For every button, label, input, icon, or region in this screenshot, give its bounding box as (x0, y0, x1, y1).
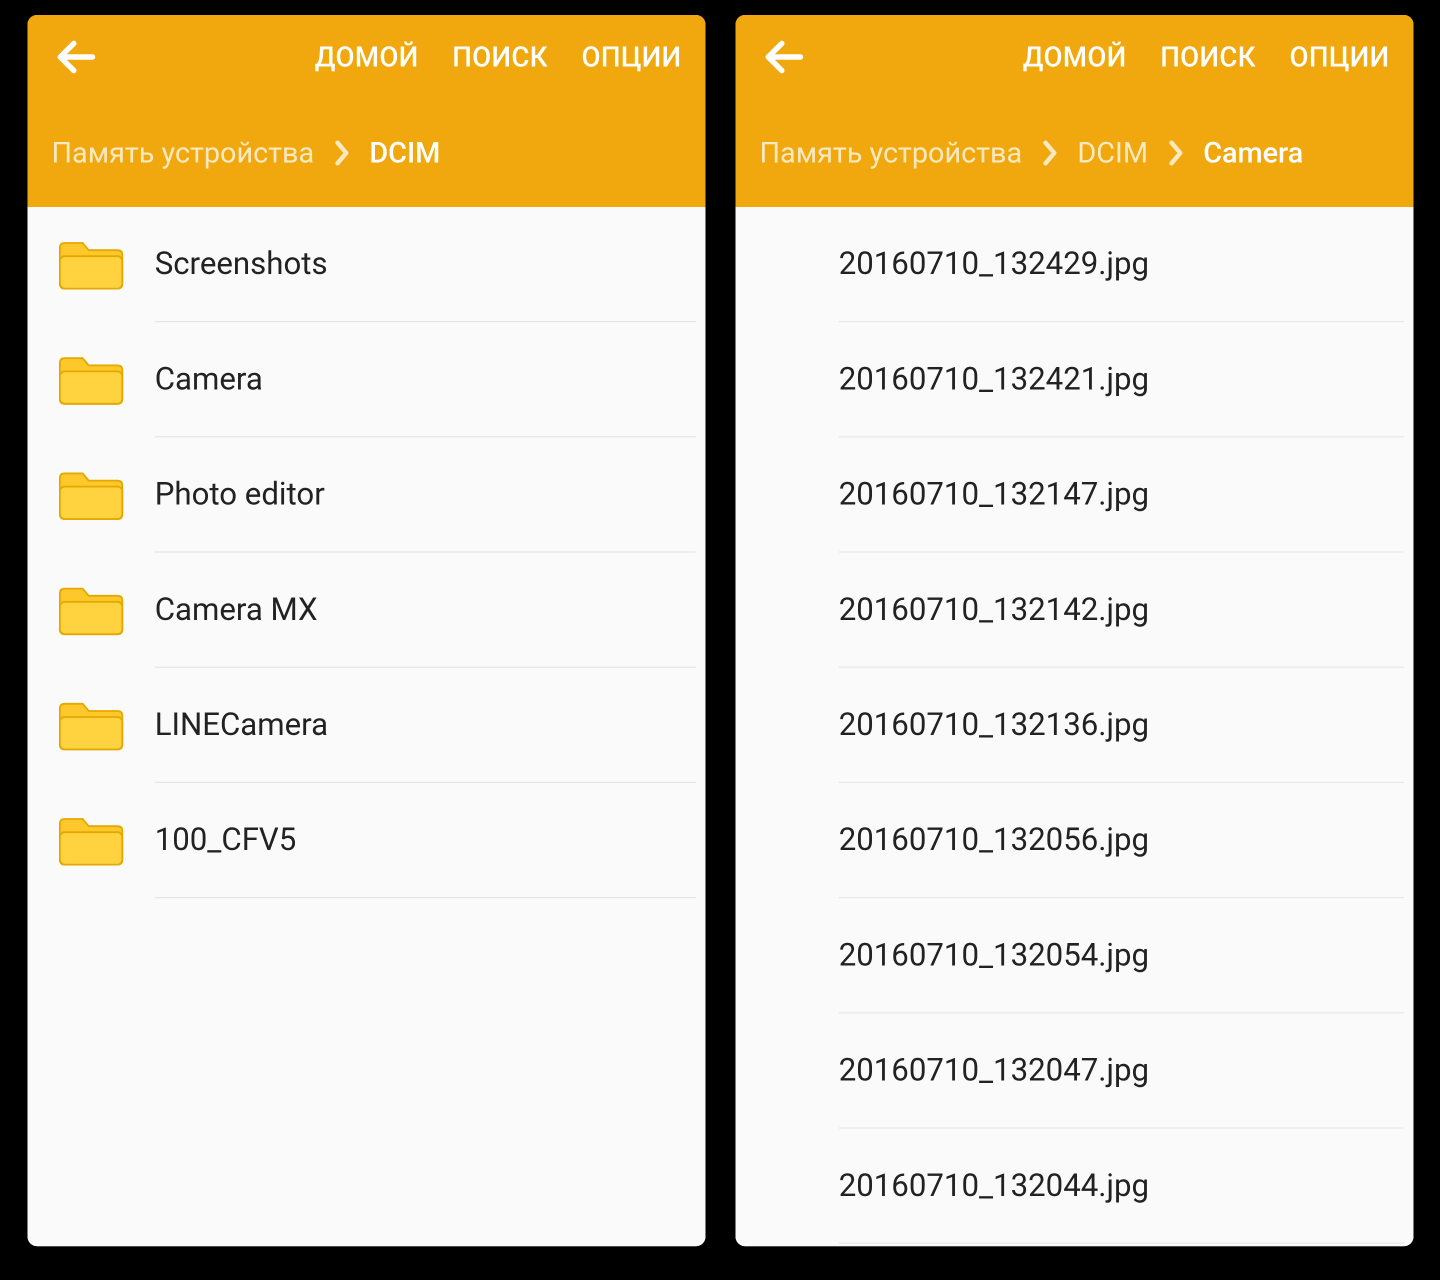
file-name: 20160710_132054.jpg (838, 937, 1148, 973)
file-name: 20160710_132142.jpg (838, 592, 1148, 628)
header: ДОМОЙ ПОИСК ОПЦИИ Память устройства DCIM… (735, 15, 1413, 207)
file-name: 20160710_132047.jpg (838, 1052, 1148, 1088)
file-row[interactable]: 20160710_132429.jpg (735, 207, 1413, 322)
folder-row[interactable]: Camera (27, 322, 705, 437)
file-row[interactable]: 20160710_132044.jpg (735, 1129, 1413, 1244)
nav-search[interactable]: ПОИСК (452, 41, 548, 73)
file-name: 20160710_132056.jpg (838, 822, 1148, 858)
folder-name: Screenshots (154, 246, 327, 282)
file-manager-left: ДОМОЙ ПОИСК ОПЦИИ Память устройства DCIM… (27, 15, 705, 1246)
arrow-left-icon (763, 37, 804, 78)
folder-row[interactable]: 100_CFV5 (27, 783, 705, 898)
folder-row[interactable]: Screenshots (27, 207, 705, 322)
nav-home[interactable]: ДОМОЙ (314, 41, 418, 73)
file-row[interactable]: 20160710_132147.jpg (735, 437, 1413, 552)
top-actions: ДОМОЙ ПОИСК ОПЦИИ (314, 41, 690, 73)
nav-options[interactable]: ОПЦИИ (1289, 41, 1389, 73)
chevron-right-icon (1041, 140, 1058, 166)
arrow-left-icon (55, 37, 96, 78)
breadcrumb-item-current[interactable]: Camera (1203, 136, 1303, 170)
file-manager-right: ДОМОЙ ПОИСК ОПЦИИ Память устройства DCIM… (735, 15, 1413, 1246)
top-bar: ДОМОЙ ПОИСК ОПЦИИ (735, 15, 1413, 99)
back-button[interactable] (49, 31, 102, 84)
breadcrumb: Память устройства DCIM Camera (735, 99, 1413, 207)
breadcrumb-item[interactable]: Память устройства (759, 136, 1022, 170)
file-row[interactable]: 20160710_132056.jpg (735, 783, 1413, 898)
chevron-right-icon (1167, 140, 1184, 166)
folder-row[interactable]: Photo editor (27, 437, 705, 552)
folder-icon (53, 579, 127, 641)
folder-icon (53, 694, 127, 756)
breadcrumb-item[interactable]: DCIM (1077, 136, 1148, 170)
folder-name: Camera (154, 361, 262, 397)
file-name: 20160710_132044.jpg (838, 1168, 1148, 1204)
folder-row[interactable]: Camera MX (27, 553, 705, 668)
top-bar: ДОМОЙ ПОИСК ОПЦИИ (27, 15, 705, 99)
file-name: 20160710_132421.jpg (838, 361, 1148, 397)
file-row[interactable]: 20160710_132054.jpg (735, 898, 1413, 1013)
back-button[interactable] (757, 31, 810, 84)
nav-search[interactable]: ПОИСК (1160, 41, 1256, 73)
chevron-right-icon (333, 140, 350, 166)
nav-options[interactable]: ОПЦИИ (581, 41, 681, 73)
file-row[interactable]: 20160710_132047.jpg (735, 1013, 1413, 1128)
file-row[interactable]: 20160710_132142.jpg (735, 553, 1413, 668)
folder-name: Camera MX (154, 592, 317, 628)
folder-icon (53, 233, 127, 295)
file-name: 20160710_132136.jpg (838, 707, 1148, 743)
breadcrumb-item-current[interactable]: DCIM (369, 136, 440, 170)
file-name: 20160710_132147.jpg (838, 476, 1148, 512)
folder-name: Photo editor (154, 476, 324, 512)
folder-icon (53, 809, 127, 871)
breadcrumb: Память устройства DCIM (27, 99, 705, 207)
folder-list: Screenshots Camera Photo editor Camera M… (27, 207, 705, 1246)
top-actions: ДОМОЙ ПОИСК ОПЦИИ (1022, 41, 1398, 73)
folder-icon (53, 349, 127, 411)
folder-name: LINECamera (154, 707, 327, 743)
folder-name: 100_CFV5 (154, 822, 296, 858)
file-name: 20160710_132429.jpg (838, 246, 1148, 282)
folder-row[interactable]: LINECamera (27, 668, 705, 783)
folder-icon (53, 464, 127, 526)
breadcrumb-item[interactable]: Память устройства (51, 136, 314, 170)
file-row[interactable]: 20160710_132421.jpg (735, 322, 1413, 437)
nav-home[interactable]: ДОМОЙ (1022, 41, 1126, 73)
header: ДОМОЙ ПОИСК ОПЦИИ Память устройства DCIM (27, 15, 705, 207)
file-list: 20160710_132429.jpg 20160710_132421.jpg … (735, 207, 1413, 1246)
file-row[interactable]: 20160710_132136.jpg (735, 668, 1413, 783)
